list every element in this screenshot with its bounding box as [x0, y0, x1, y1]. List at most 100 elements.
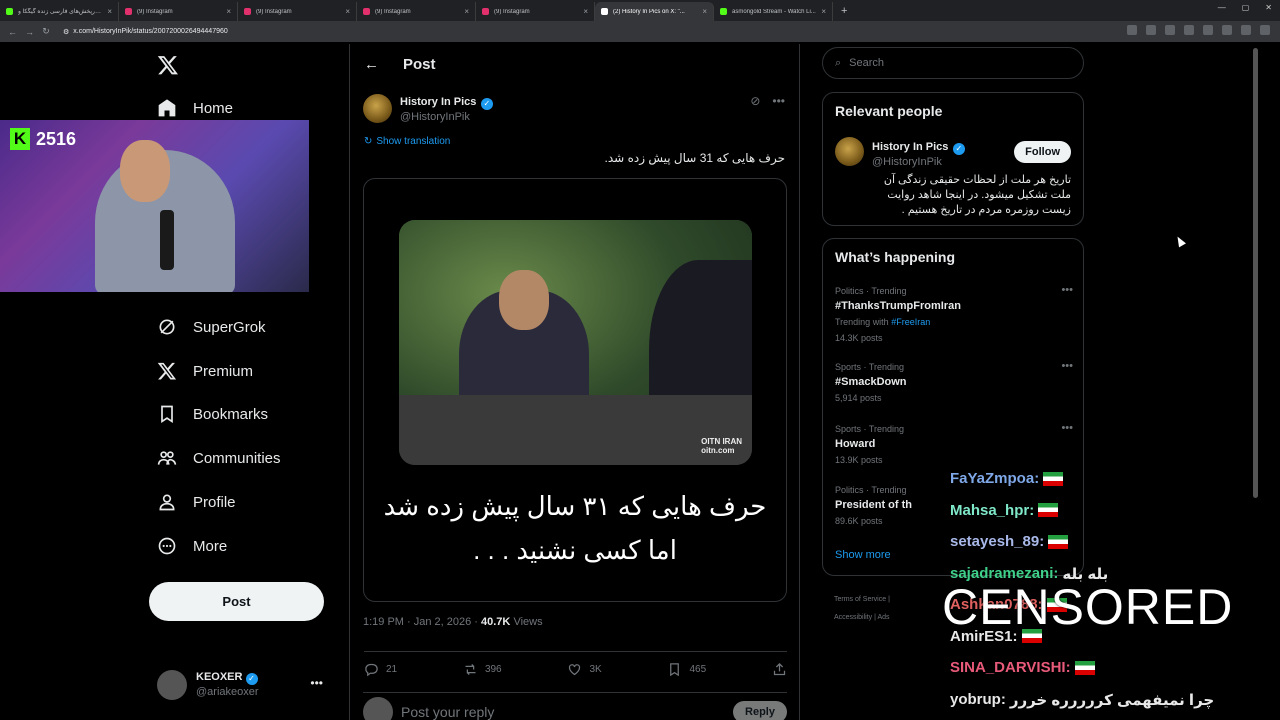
scrollbar[interactable]: [1253, 48, 1258, 498]
forward-arrow-icon[interactable]: →: [25, 27, 34, 37]
post-column: ← Post History In Pics ✓ @HistoryInPik ⊘…: [349, 44, 800, 720]
trend-item[interactable]: Sports · Trending Howard 13.9K posts •••: [835, 422, 1073, 468]
section-title: What’s happening: [835, 249, 956, 265]
browser-tab[interactable]: (2) History In Pics on X: "... ×: [595, 2, 714, 21]
like-action[interactable]: 3K: [567, 662, 602, 677]
close-tab-icon[interactable]: ×: [464, 7, 469, 16]
nav-bookmarks[interactable]: Bookmarks: [157, 404, 268, 424]
show-more-link[interactable]: Show more: [835, 549, 891, 561]
trend-item[interactable]: Politics · Trending #ThanksTrumpFromIran…: [835, 284, 1073, 346]
chat-message: yobrup: چرا نمیفهمی کررررره خررر: [950, 691, 1214, 709]
close-window-icon[interactable]: ✕: [1265, 3, 1272, 12]
site-info-icon[interactable]: ⚙: [63, 28, 69, 36]
close-tab-icon[interactable]: ×: [583, 7, 588, 16]
zoom-icon[interactable]: [1146, 25, 1156, 35]
footer-link[interactable]: Accessibility | Ads: [834, 609, 890, 627]
post-time[interactable]: 1:19 PM · Jan 2, 2026 ·: [363, 616, 478, 628]
account-handle: @ariakeoxer: [196, 686, 259, 698]
reply-input[interactable]: Post your reply: [401, 704, 725, 720]
close-tab-icon[interactable]: ×: [702, 7, 707, 16]
nav-home[interactable]: Home: [157, 98, 233, 118]
post-header-actions: ⊘ •••: [750, 94, 785, 108]
chat-username: setayesh_89:: [950, 533, 1045, 550]
browser-tab[interactable]: (9) Instagram ×: [119, 2, 238, 21]
star-icon[interactable]: [1184, 25, 1194, 35]
reply-button[interactable]: Reply: [733, 701, 787, 720]
close-tab-icon[interactable]: ×: [821, 7, 826, 16]
nav-premium[interactable]: Premium: [157, 361, 253, 381]
share-action[interactable]: [772, 662, 787, 677]
account-switcher[interactable]: KEOXER ✓ @ariakeoxer •••: [157, 670, 337, 700]
more-options-icon[interactable]: •••: [1061, 422, 1073, 434]
repost-icon: [465, 664, 476, 675]
tab-favicon-icon: [601, 8, 608, 15]
account-name: KEOXER: [196, 671, 243, 683]
post-media[interactable]: OITN IRAN oitn.com حرف هایی که ۳۱ سال پیش…: [363, 178, 787, 602]
post-button[interactable]: Post: [149, 582, 324, 621]
tab-favicon-icon: [6, 8, 13, 15]
verified-badge-icon: ✓: [952, 143, 965, 155]
post-author[interactable]: History In Pics ✓ @HistoryInPik: [363, 92, 493, 124]
media-caption: حرف هایی که ۳۱ سال پیش زده شد اما کسی نش…: [383, 491, 767, 565]
profile-icon: [159, 494, 175, 511]
browser-tab-bar: استارپخش‌های فارسی زنده گیگکا و × (9) Inst…: [0, 0, 1280, 21]
window-controls: — ▢ ✕: [1218, 3, 1272, 12]
footer-link[interactable]: Terms of Service |: [834, 591, 890, 609]
person-avatar[interactable]: [835, 137, 864, 166]
person-name[interactable]: History In Pics: [872, 141, 948, 153]
person-handle[interactable]: @HistoryInPik: [872, 155, 965, 169]
bookmark-icon: [161, 405, 173, 424]
extension-icon[interactable]: [1222, 25, 1232, 35]
back-arrow-icon[interactable]: ←: [364, 56, 379, 73]
url-field[interactable]: ⚙ x.com/HistoryInPik/status/2007200026494…: [63, 28, 228, 36]
close-tab-icon[interactable]: ×: [345, 7, 350, 16]
minimize-icon[interactable]: —: [1218, 3, 1226, 12]
browser-tab[interactable]: (9) Instagram ×: [357, 2, 476, 21]
follow-button[interactable]: Follow: [1014, 141, 1071, 163]
back-arrow-icon[interactable]: ←: [8, 27, 17, 37]
video-still[interactable]: OITN IRAN oitn.com: [399, 220, 752, 465]
post-header: ← Post: [350, 44, 799, 84]
author-avatar[interactable]: [363, 93, 392, 123]
more-options-icon[interactable]: •••: [1061, 284, 1073, 296]
close-tab-icon[interactable]: ×: [226, 7, 231, 16]
show-translation-link[interactable]: ↻ Show translation: [364, 136, 450, 147]
nav-profile[interactable]: Profile: [157, 492, 236, 512]
extension-icon[interactable]: [1203, 25, 1213, 35]
author-name[interactable]: History In Pics: [400, 96, 476, 108]
bookmark-action[interactable]: 465: [667, 662, 706, 677]
grok-icon[interactable]: ⊘: [750, 94, 760, 108]
communities-icon: [157, 451, 177, 465]
extension-icon[interactable]: [1127, 25, 1137, 35]
nav-more[interactable]: More: [157, 536, 227, 556]
translate-icon: ↻: [364, 136, 373, 147]
profile-icon[interactable]: [1241, 25, 1251, 35]
trend-item[interactable]: Sports · Trending #SmackDown 5,914 posts…: [835, 360, 1073, 406]
nav-communities[interactable]: Communities: [157, 448, 281, 468]
browser-tab[interactable]: (9) Instagram ×: [476, 2, 595, 21]
maximize-icon[interactable]: ▢: [1242, 3, 1250, 12]
interviewee-head: [499, 270, 549, 330]
more-circle-icon: [158, 537, 176, 555]
browser-tab[interactable]: (9) Instagram ×: [238, 2, 357, 21]
chat-message: FaYaZmpoa:: [950, 470, 1064, 487]
related-hashtag-link[interactable]: #FreeIran: [891, 317, 930, 327]
repost-action[interactable]: 396: [463, 662, 502, 677]
new-tab-icon[interactable]: +: [833, 2, 855, 21]
relevant-person[interactable]: History In Pics ✓ @HistoryInPik: [835, 137, 965, 169]
more-options-icon[interactable]: •••: [310, 676, 323, 690]
close-tab-icon[interactable]: ×: [107, 7, 112, 16]
more-options-icon[interactable]: •••: [1061, 360, 1073, 372]
share-icon[interactable]: [1165, 25, 1175, 35]
menu-icon[interactable]: [1260, 25, 1270, 35]
chat-text: چرا نمیفهمی کررررره خررر: [1009, 691, 1215, 709]
author-handle[interactable]: @HistoryInPik: [400, 110, 493, 124]
browser-tab[interactable]: استارپخش‌های فارسی زنده گیگکا و ×: [0, 2, 119, 21]
browser-tab[interactable]: asmongold Stream - Watch Li... ×: [714, 2, 833, 21]
nav-supergrok[interactable]: SuperGrok: [157, 317, 266, 337]
search-input[interactable]: ⌕ Search: [822, 47, 1084, 79]
more-options-icon[interactable]: •••: [772, 94, 785, 108]
x-logo-icon[interactable]: [157, 54, 179, 76]
reload-icon[interactable]: ↻: [42, 26, 50, 37]
reply-action[interactable]: 21: [364, 662, 397, 677]
